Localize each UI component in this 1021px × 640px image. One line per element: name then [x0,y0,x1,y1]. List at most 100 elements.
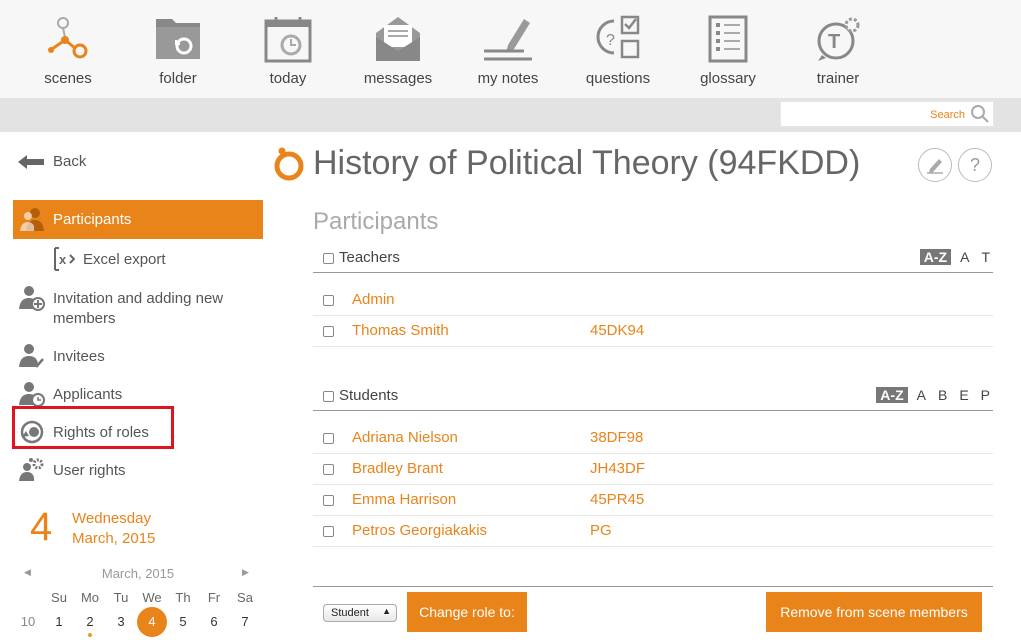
participant-name[interactable]: Bradley Brant [352,460,443,477]
envelope-icon [376,17,420,61]
folder-icon [156,19,200,59]
toolbar-today[interactable]: today [238,10,338,94]
edit-button[interactable] [918,148,952,182]
participant-code: 38DF98 [590,429,644,446]
applicants-icon [19,382,45,407]
participants-icon [20,208,44,231]
calendar-header: ◀ March, 2015 ▶ [18,565,258,583]
trainer-icon: T [817,17,860,61]
calendar-icon [264,17,312,63]
participant-name[interactable]: Emma Harrison [352,491,456,508]
sort-letter[interactable]: T [978,249,993,265]
participant-code: 45DK94 [590,322,645,339]
date-weekday: Wednesday [72,510,151,527]
event-dot [88,633,92,637]
svg-text:x: x [59,252,67,267]
divider [313,586,993,587]
sort-letter[interactable]: P [978,387,993,403]
pencil-icon [484,19,532,61]
role-select-value: Student [331,607,369,619]
calendar-day[interactable]: 3 [107,614,135,629]
section-title: Participants [313,208,439,235]
row-checkbox[interactable] [323,464,334,475]
calendar-day[interactable]: 7 [231,614,259,629]
toolbar-folder[interactable]: folder [128,10,228,94]
toolbar-glossary[interactable]: glossary [678,10,778,94]
students-header: Students A-Z A B E P [313,383,993,411]
remove-from-scene-button[interactable]: Remove from scene members [766,592,982,632]
group-title: Teachers [339,249,400,266]
toolbar-label: my notes [477,70,539,87]
toolbar-scenes[interactable]: scenes [18,10,118,94]
weekday-label: Fr [207,590,221,605]
help-icon: ? [969,155,980,175]
sort-letter[interactable]: A [957,249,972,265]
highlight-box [12,406,174,449]
svg-text:T: T [828,31,840,53]
participant-name[interactable]: Petros Georgiakakis [352,522,487,539]
sort-az[interactable]: A-Z [876,387,908,403]
weekday-label: Su [51,590,67,605]
table-row: Emma Harrison 45PR45 [313,485,993,516]
sidebar-item-label: Applicants [53,386,123,403]
sidebar-item-label: Excel export [83,251,166,268]
row-checkbox[interactable] [323,495,334,506]
sidebar-item-participants[interactable]: Participants [13,200,263,239]
select-all-students-checkbox[interactable] [323,391,334,402]
sort-letter[interactable]: E [956,387,971,403]
calendar-day[interactable]: 6 [200,614,228,629]
row-checkbox[interactable] [323,433,334,444]
sort-az[interactable]: A-Z [919,249,952,265]
search-input[interactable]: Search [780,101,994,127]
help-button[interactable]: ? [958,148,992,182]
table-row: Thomas Smith 45DK94 [313,316,993,347]
weekday-label: Sa [237,590,253,605]
students-sort: A-Z A B E P [876,387,993,406]
weekday-label: Th [175,590,191,605]
toolbar-label: glossary [700,70,756,87]
row-checkbox[interactable] [323,295,334,306]
row-checkbox[interactable] [323,326,334,337]
toolbar-label: scenes [44,70,92,87]
table-row: Petros Georgiakakis PG [313,516,993,547]
change-role-button[interactable]: Change role to: [407,592,527,632]
weekday-label: Mo [80,590,100,605]
toolbar-questions[interactable]: ? questions [568,10,668,94]
toolbar-trainer[interactable]: T trainer [788,10,888,94]
calendar-next-icon[interactable]: ▶ [242,567,249,578]
toolbar-label: messages [363,70,433,87]
sort-letter[interactable]: A [914,387,929,403]
toolbar-label: today [269,70,307,87]
row-checkbox[interactable] [323,526,334,537]
calendar-day[interactable]: 2 [76,614,104,629]
select-all-teachers-checkbox[interactable] [323,253,334,264]
role-select[interactable]: Student ▲︎ [323,604,397,622]
search-band: Search [0,98,1021,132]
week-number: 10 [20,614,36,629]
add-user-icon [19,286,45,311]
participant-name[interactable]: Thomas Smith [352,322,449,339]
teachers-header: Teachers A-Z A T [313,245,993,273]
participant-code: JH43DF [590,460,646,477]
calendar-month: March, 2015 [101,566,175,581]
sort-letter[interactable]: B [935,387,950,403]
table-row: Admin [313,285,993,316]
excel-export-icon: x [54,247,75,271]
page-title: History of Political Theory (94FKDD) [313,144,861,182]
calendar-day-today[interactable]: 4 [137,607,167,637]
date-month-year: March, 2015 [72,530,156,547]
participant-name[interactable]: Adriana Nielson [352,429,458,446]
calendar-day[interactable]: 5 [169,614,197,629]
arrow-left-icon [18,155,44,169]
calendar-day[interactable]: 1 [45,614,73,629]
toolbar-my-notes[interactable]: my notes [458,10,558,94]
scene-logo-icon [274,147,304,181]
search-icon[interactable] [970,104,990,124]
questions-icon: ? [596,15,640,59]
toolbar-messages[interactable]: messages [348,10,448,94]
top-toolbar: scenes folder today messages my notes ? … [0,0,1021,98]
pencil-icon [927,159,943,174]
weekday-label: We [142,590,162,605]
participant-name[interactable]: Admin [352,291,395,308]
weekday-label: Tu [113,590,129,605]
